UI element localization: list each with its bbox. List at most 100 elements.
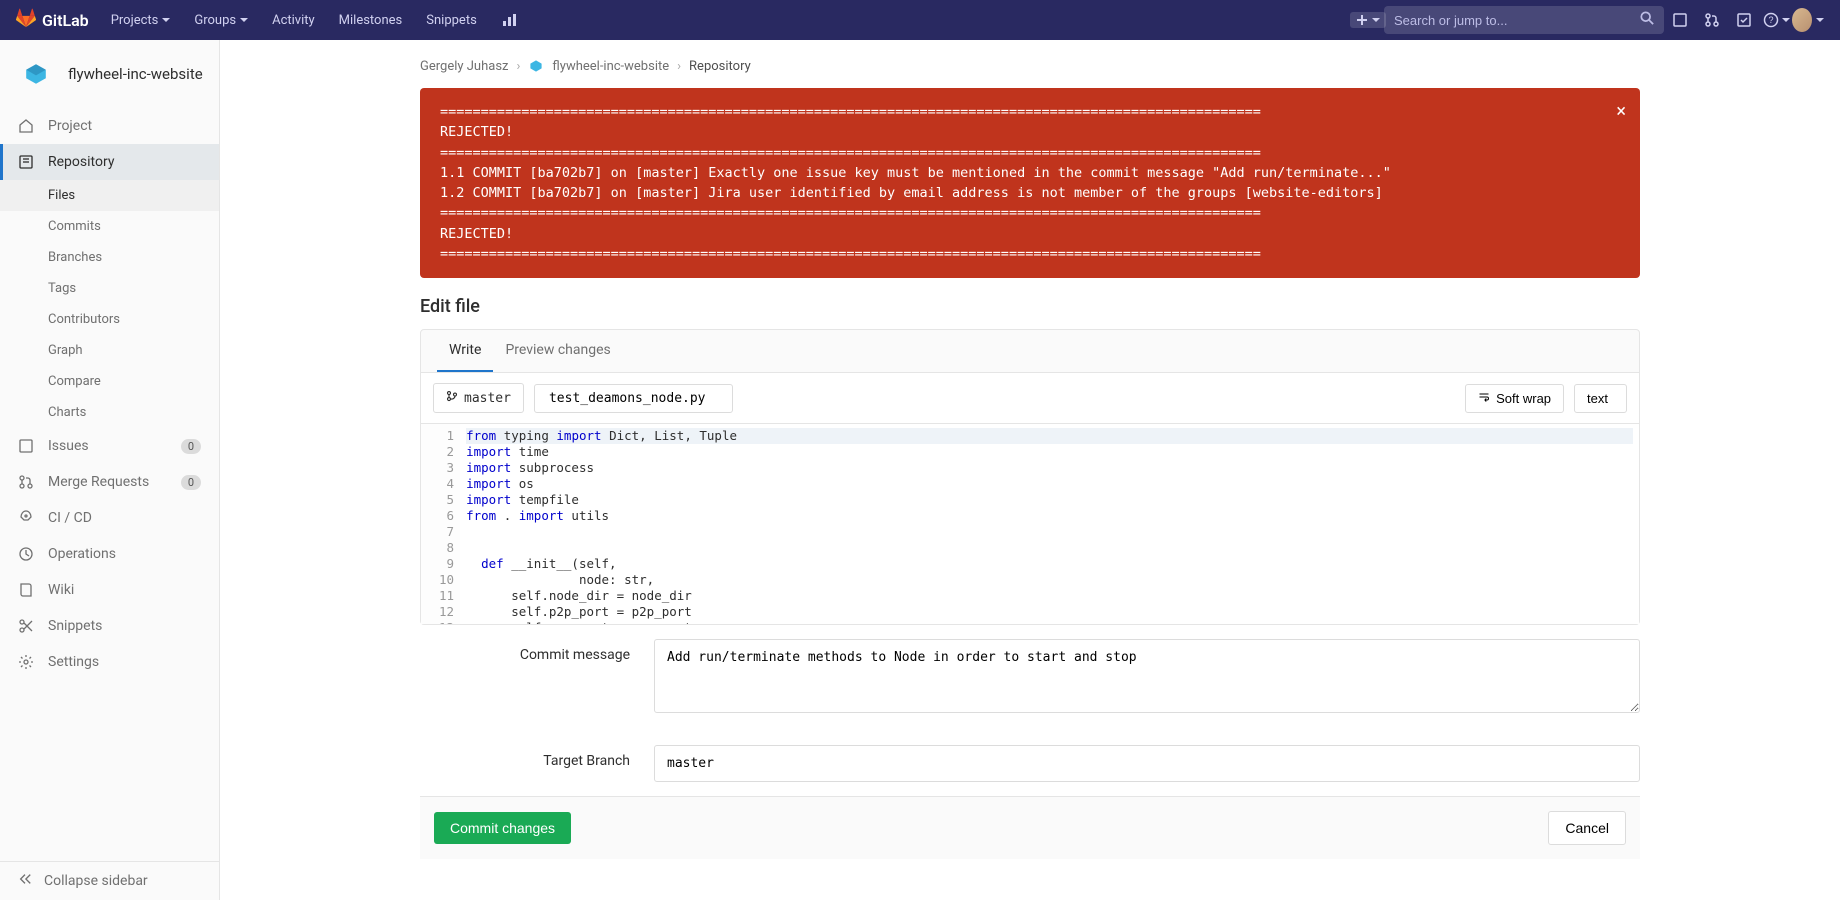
sidebar-item-operations[interactable]: Operations bbox=[0, 536, 219, 572]
collapse-icon bbox=[18, 872, 32, 890]
project-icon bbox=[16, 54, 56, 94]
nav-label: Milestones bbox=[339, 13, 403, 28]
brand-text: GitLab bbox=[42, 11, 89, 30]
breadcrumb: Gergely Juhasz › flywheel-inc-website › … bbox=[420, 52, 1640, 88]
rocket-icon bbox=[18, 510, 34, 526]
commit-message-input[interactable] bbox=[654, 639, 1640, 713]
branch-name: master bbox=[464, 391, 511, 406]
user-menu[interactable] bbox=[1792, 0, 1824, 40]
commit-message-label: Commit message bbox=[420, 639, 630, 717]
sidebar-sub-commits[interactable]: Commits bbox=[48, 211, 219, 242]
help-icon[interactable]: ? bbox=[1760, 0, 1792, 40]
sidebar-label: Issues bbox=[48, 438, 89, 454]
tab-write[interactable]: Write bbox=[437, 330, 493, 372]
sidebar-label: Repository bbox=[48, 154, 114, 170]
nav-milestones[interactable]: Milestones bbox=[329, 0, 413, 40]
repository-icon bbox=[18, 154, 34, 170]
global-search[interactable] bbox=[1384, 6, 1664, 34]
breadcrumb-sep: › bbox=[517, 59, 521, 74]
mrs-count-badge: 0 bbox=[181, 475, 201, 490]
breadcrumb-project[interactable]: flywheel-inc-website bbox=[552, 59, 669, 74]
top-nav: GitLab Projects Groups Activity Mileston… bbox=[0, 0, 1840, 40]
nav-projects[interactable]: Projects bbox=[101, 0, 181, 40]
nav-analytics-icon[interactable] bbox=[491, 0, 527, 40]
svg-text:?: ? bbox=[1768, 15, 1773, 25]
sidebar-item-issues[interactable]: Issues 0 bbox=[0, 428, 219, 464]
sidebar-item-merge-requests[interactable]: Merge Requests0 bbox=[0, 464, 219, 500]
sidebar-label: CI / CD bbox=[48, 510, 92, 526]
chevron-down-icon bbox=[1782, 18, 1790, 22]
sidebar-label: Snippets bbox=[48, 618, 102, 634]
softwrap-label: Soft wrap bbox=[1496, 391, 1551, 406]
sidebar-sub-charts[interactable]: Charts bbox=[48, 397, 219, 428]
code-editor[interactable]: 12345678910111213141516 from typing impo… bbox=[421, 424, 1639, 624]
operations-icon bbox=[18, 546, 34, 562]
merge-request-icon bbox=[18, 474, 34, 490]
sidebar-sub-branches[interactable]: Branches bbox=[48, 242, 219, 273]
sidebar-sub-contributors[interactable]: Contributors bbox=[48, 304, 219, 335]
project-name: flywheel-inc-website bbox=[68, 65, 203, 83]
gear-icon bbox=[18, 654, 34, 670]
nav-label: Activity bbox=[272, 13, 315, 28]
close-icon[interactable]: × bbox=[1616, 98, 1626, 125]
issues-count-badge: 0 bbox=[181, 439, 201, 454]
sidebar-label: Operations bbox=[48, 546, 116, 562]
sidebar-item-repository[interactable]: Repository bbox=[0, 144, 219, 180]
brand[interactable]: GitLab bbox=[16, 8, 89, 32]
breadcrumb-sep: › bbox=[677, 59, 681, 74]
target-branch-row: Target Branch bbox=[420, 731, 1640, 796]
sidebar-project-header[interactable]: flywheel-inc-website bbox=[0, 40, 219, 108]
target-branch-label: Target Branch bbox=[420, 745, 630, 782]
sidebar-label: Wiki bbox=[48, 582, 74, 598]
commit-changes-button[interactable]: Commit changes bbox=[434, 812, 571, 844]
sidebar-sub-files[interactable]: Files bbox=[0, 180, 219, 211]
commit-message-row: Commit message bbox=[420, 625, 1640, 731]
gitlab-logo-icon bbox=[16, 8, 36, 32]
sidebar-repo-submenu: Files Commits Branches Tags Contributors… bbox=[0, 180, 219, 428]
topnav-items: Projects Groups Activity Milestones Snip… bbox=[101, 0, 527, 40]
softwrap-icon bbox=[1478, 391, 1490, 406]
sidebar-label: Project bbox=[48, 118, 92, 134]
sidebar-sub-compare[interactable]: Compare bbox=[48, 366, 219, 397]
filename-input[interactable] bbox=[534, 384, 733, 413]
issues-icon[interactable] bbox=[1664, 0, 1696, 40]
sidebar-item-snippets[interactable]: Snippets bbox=[0, 608, 219, 644]
sidebar-item-project[interactable]: Project bbox=[0, 108, 219, 144]
line-gutter: 12345678910111213141516 bbox=[421, 424, 460, 624]
book-icon bbox=[18, 582, 34, 598]
page-title: Edit file bbox=[420, 296, 1640, 317]
editor-tabs: Write Preview changes bbox=[421, 330, 1639, 372]
tab-preview[interactable]: Preview changes bbox=[493, 330, 622, 372]
code-area[interactable]: from typing import Dict, List, Tupleimpo… bbox=[460, 424, 1639, 624]
todos-icon[interactable] bbox=[1728, 0, 1760, 40]
nav-activity[interactable]: Activity bbox=[262, 0, 325, 40]
target-branch-input[interactable] bbox=[654, 745, 1640, 782]
collapse-sidebar-button[interactable]: Collapse sidebar bbox=[0, 861, 219, 900]
language-dropdown[interactable]: text bbox=[1574, 384, 1627, 413]
nav-groups[interactable]: Groups bbox=[184, 0, 258, 40]
branch-icon bbox=[446, 390, 458, 406]
sidebar-item-wiki[interactable]: Wiki bbox=[0, 572, 219, 608]
softwrap-button[interactable]: Soft wrap bbox=[1465, 384, 1564, 413]
cancel-button[interactable]: Cancel bbox=[1548, 811, 1626, 845]
sidebar-sub-tags[interactable]: Tags bbox=[48, 273, 219, 304]
breadcrumb-user[interactable]: Gergely Juhasz bbox=[420, 59, 509, 74]
sidebar-item-settings[interactable]: Settings bbox=[0, 644, 219, 680]
sidebar-sub-graph[interactable]: Graph bbox=[48, 335, 219, 366]
breadcrumb-current: Repository bbox=[689, 59, 751, 74]
nav-label: Snippets bbox=[426, 13, 477, 28]
search-input[interactable] bbox=[1394, 13, 1640, 28]
breadcrumb-project-icon bbox=[528, 58, 544, 74]
branch-indicator[interactable]: master bbox=[433, 383, 524, 413]
merge-requests-icon[interactable] bbox=[1696, 0, 1728, 40]
issues-icon bbox=[18, 438, 34, 454]
editor-toolbar: master Soft wrap text bbox=[421, 372, 1639, 424]
nav-label: Groups bbox=[194, 13, 236, 28]
nav-snippets[interactable]: Snippets bbox=[416, 0, 487, 40]
home-icon bbox=[18, 118, 34, 134]
sidebar-item-cicd[interactable]: CI / CD bbox=[0, 500, 219, 536]
main-content: Gergely Juhasz › flywheel-inc-website › … bbox=[220, 40, 1840, 900]
plus-menu[interactable] bbox=[1352, 0, 1384, 40]
search-icon bbox=[1640, 11, 1654, 29]
chevron-down-icon bbox=[1372, 18, 1380, 22]
